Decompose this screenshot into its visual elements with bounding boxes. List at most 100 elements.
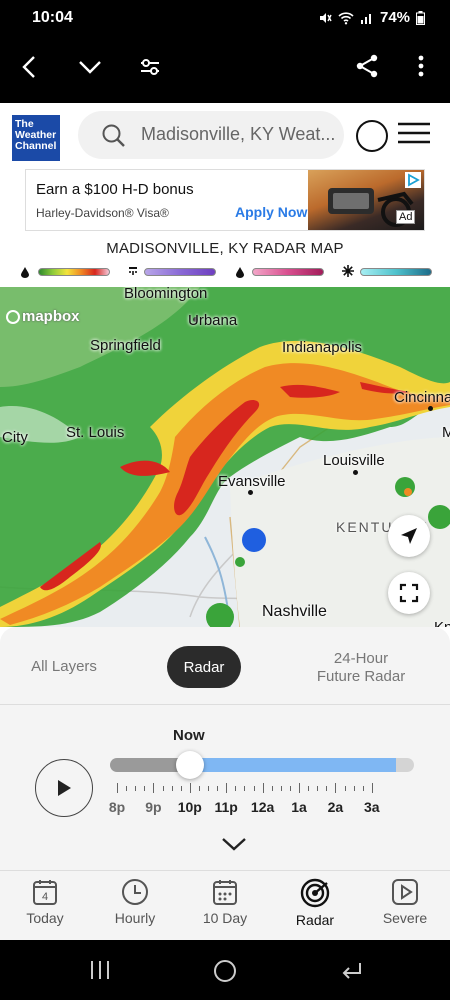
timeline-minor-tick [353, 786, 355, 791]
timeline-track-end[interactable] [396, 758, 414, 772]
timeline-hour-label[interactable]: 9p [145, 799, 161, 815]
drop-icon [236, 267, 244, 278]
timeline-minor-tick [180, 786, 182, 791]
ad-headline[interactable]: Earn a $100 H-D bonus [36, 181, 194, 198]
timeline-now-label: Now [173, 727, 205, 744]
timeline-minor-tick [271, 786, 273, 791]
timeline-minor-tick [344, 786, 346, 791]
settings-sliders-icon [141, 59, 159, 75]
share-button[interactable] [352, 51, 382, 81]
city-label-st-louis: St. Louis [66, 424, 125, 441]
tab-future-radar[interactable]: 24-Hour Future Radar [302, 650, 420, 686]
more-options-button[interactable] [406, 51, 436, 81]
timeline-hour-label[interactable]: 3a [364, 799, 380, 815]
timeline-track-future[interactable] [190, 758, 396, 772]
nav-radar[interactable]: Radar [270, 878, 360, 928]
legend-snow-bar [360, 268, 432, 276]
status-icons: 74% [318, 9, 426, 26]
timeline-minor-tick [198, 786, 200, 791]
weather-channel-logo[interactable]: The Weather Channel [12, 115, 60, 161]
recents-icon[interactable] [89, 959, 111, 981]
timeline-hour-label[interactable]: 8p [109, 799, 125, 815]
nav-today[interactable]: 4 Today [0, 878, 90, 926]
timeline-scrubber-handle[interactable] [176, 751, 204, 779]
timeline-major-tick [189, 783, 191, 793]
nav-10-day-label: 10 Day [202, 910, 248, 926]
play-icon [58, 780, 71, 796]
timeline-minor-tick [362, 786, 364, 791]
signal-icon [361, 13, 371, 24]
profile-icon[interactable] [356, 120, 388, 152]
city-label-kn: Kn [434, 619, 450, 627]
city-dot [248, 490, 253, 495]
nav-today-label: Today [26, 910, 64, 926]
timeline-minor-tick [253, 786, 255, 791]
timeline-minor-tick [144, 786, 146, 791]
timeline-minor-tick [126, 786, 128, 791]
timeline-minor-tick [235, 786, 237, 791]
home-icon[interactable] [213, 959, 237, 983]
status-time: 10:04 [32, 9, 73, 26]
timeline-minor-tick [308, 786, 310, 791]
tabs-dropdown-button[interactable] [75, 52, 105, 82]
city-label-evansville: Evansville [218, 473, 286, 490]
play-button[interactable] [35, 759, 93, 817]
timeline-major-tick [153, 783, 155, 793]
nav-hourly-label: Hourly [114, 910, 156, 926]
chevron-down-icon [79, 61, 101, 74]
timeline-major-tick [226, 783, 228, 793]
timeline-minor-tick [289, 786, 291, 791]
search-location-text[interactable]: Madisonville, KY Weat... [141, 124, 339, 145]
mapbox-attribution[interactable]: mapbox [6, 308, 80, 325]
calendar-icon [213, 880, 237, 905]
city-label-louisville: Louisville [323, 452, 385, 469]
tab-all-layers[interactable]: All Layers [18, 658, 110, 675]
timeline-minor-tick [317, 786, 319, 791]
battery-percent: 74% [380, 9, 411, 26]
city-label-urbana: Urbana [188, 312, 238, 329]
back-icon [22, 56, 35, 78]
system-back-icon[interactable] [340, 961, 362, 981]
timeline-minor-tick [280, 786, 282, 791]
back-button[interactable] [14, 52, 44, 82]
more-vert-icon [418, 55, 424, 77]
ad-choices-icon[interactable] [405, 172, 421, 188]
nav-severe[interactable]: Severe [360, 878, 450, 926]
timeline-hour-label[interactable]: 10p [178, 799, 202, 815]
page-title[interactable]: Weather and ... [180, 34, 336, 60]
share-icon [356, 54, 378, 78]
timeline-minor-tick [217, 786, 219, 791]
hail-icon [129, 267, 137, 275]
timeline-hour-label[interactable]: 11p [215, 799, 238, 815]
tab-radar[interactable]: Radar [167, 646, 241, 688]
timeline-hour-label[interactable]: 2a [328, 799, 344, 815]
collapse-panel-icon[interactable] [221, 836, 247, 852]
calendar-day-icon: 4 [33, 880, 57, 905]
today-badge: 4 [42, 891, 48, 903]
wifi-icon [338, 11, 354, 24]
timeline-hour-label[interactable]: 12a [251, 799, 274, 815]
city-label-m: M [442, 424, 450, 441]
page-url[interactable]: weather.com [180, 76, 282, 97]
timeline-minor-tick [208, 786, 209, 791]
navigation-arrow-icon [401, 528, 417, 544]
nav-radar-label: Radar [295, 912, 335, 928]
legend-mix-bar [144, 268, 216, 276]
battery-icon [416, 10, 426, 25]
fullscreen-button[interactable] [388, 572, 430, 614]
hamburger-menu-icon[interactable] [397, 122, 431, 144]
search-icon [102, 124, 125, 147]
locate-me-button[interactable] [388, 515, 430, 557]
ad-badge: Ad [396, 210, 416, 224]
ad-apply-button[interactable]: Apply Now [235, 204, 307, 220]
nav-hourly[interactable]: Hourly [90, 878, 180, 926]
fullscreen-icon [399, 583, 419, 603]
ad-source: Harley-Davidson® Visa® [36, 206, 169, 220]
mapbox-logo-icon [6, 310, 20, 324]
radar-map[interactable]: Bloomington Urbana Springfield Indianapo… [0, 287, 450, 627]
site-settings-button[interactable] [135, 52, 165, 82]
timeline-hour-label[interactable]: 1a [291, 799, 307, 815]
nav-10-day[interactable]: 10 Day [180, 878, 270, 926]
timeline-minor-tick [135, 786, 137, 791]
timeline-major-tick [117, 783, 118, 793]
